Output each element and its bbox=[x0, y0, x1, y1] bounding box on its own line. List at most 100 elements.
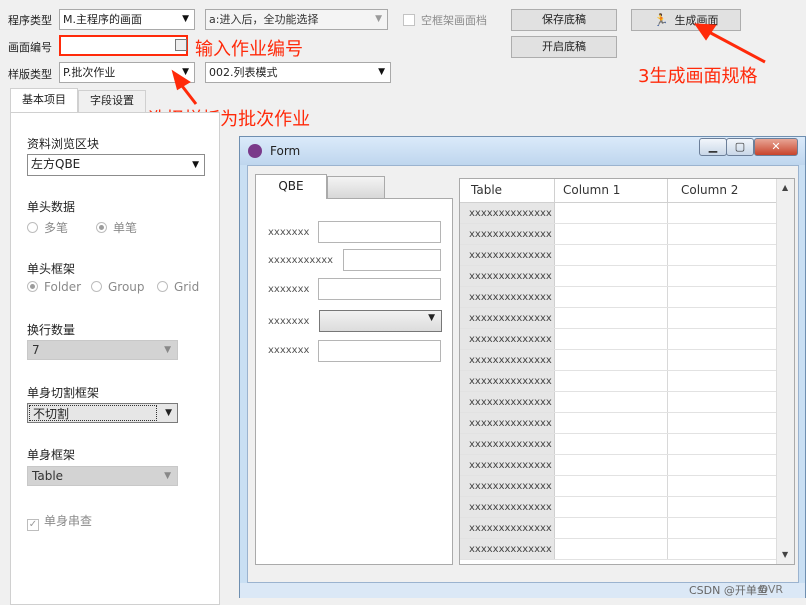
table-row[interactable]: xxxxxxxxxxxxxx bbox=[460, 203, 776, 224]
table-row[interactable]: xxxxxxxxxxxxxx bbox=[460, 413, 776, 434]
table-cell[interactable]: xxxxxxxxxxxxxx bbox=[460, 329, 555, 349]
table-cell[interactable] bbox=[669, 392, 776, 412]
table-cell[interactable] bbox=[556, 434, 668, 454]
table-cell[interactable] bbox=[556, 287, 668, 307]
form-titlebar[interactable]: Form ▁ ▢ ✕ bbox=[240, 137, 805, 165]
table-row[interactable]: xxxxxxxxxxxxxx bbox=[460, 329, 776, 350]
table-row[interactable]: xxxxxxxxxxxxxx bbox=[460, 371, 776, 392]
table-cell[interactable]: xxxxxxxxxxxxxx bbox=[460, 392, 555, 412]
table-cell[interactable] bbox=[669, 371, 776, 391]
line-count-select[interactable]: 7 ▼ bbox=[27, 340, 178, 360]
table-cell[interactable]: xxxxxxxxxxxxxx bbox=[460, 518, 555, 538]
table-row[interactable]: xxxxxxxxxxxxxx bbox=[460, 392, 776, 413]
radio-frame-group[interactable]: Group bbox=[91, 280, 145, 294]
tab-second[interactable] bbox=[327, 176, 385, 198]
minimize-button[interactable]: ▁ bbox=[699, 138, 727, 156]
radio-header-single[interactable]: 单笔 bbox=[96, 219, 137, 236]
qbe-field-input[interactable] bbox=[318, 221, 441, 243]
table-cell[interactable] bbox=[556, 371, 668, 391]
table-header-cell[interactable]: Column 1 bbox=[556, 179, 668, 202]
table-cell[interactable]: xxxxxxxxxxxxxx bbox=[460, 203, 555, 223]
table-cell[interactable] bbox=[669, 203, 776, 223]
radio-circle[interactable] bbox=[27, 222, 38, 233]
table-cell[interactable] bbox=[669, 308, 776, 328]
qbe-field-select[interactable]: ▼ bbox=[319, 310, 442, 332]
browse-block-select[interactable]: 左方QBE ▼ bbox=[27, 154, 205, 176]
table-cell[interactable] bbox=[556, 308, 668, 328]
table-cell[interactable] bbox=[556, 266, 668, 286]
table-cell[interactable] bbox=[556, 497, 668, 517]
table-cell[interactable] bbox=[556, 245, 668, 265]
table-cell[interactable]: xxxxxxxxxxxxxx bbox=[460, 497, 555, 517]
check-icon[interactable]: ✓ bbox=[27, 519, 39, 531]
table-header-cell[interactable]: Table bbox=[460, 179, 555, 202]
tab-basic[interactable]: 基本项目 bbox=[10, 88, 78, 113]
table-cell[interactable] bbox=[669, 350, 776, 370]
radio-frame-grid[interactable]: Grid bbox=[157, 280, 199, 294]
radio-frame-folder[interactable]: Folder bbox=[27, 280, 81, 294]
table-cell[interactable] bbox=[556, 413, 668, 433]
table-row[interactable]: xxxxxxxxxxxxxx bbox=[460, 434, 776, 455]
tab-qbe[interactable]: QBE bbox=[255, 174, 327, 199]
table-row[interactable]: xxxxxxxxxxxxxx bbox=[460, 350, 776, 371]
table-cell[interactable] bbox=[669, 518, 776, 538]
qbe-field-input[interactable] bbox=[318, 278, 441, 300]
table-cell[interactable] bbox=[556, 476, 668, 496]
table-cell[interactable]: xxxxxxxxxxxxxx bbox=[460, 371, 555, 391]
table-cell[interactable] bbox=[669, 287, 776, 307]
table-cell[interactable] bbox=[556, 539, 668, 559]
table-cell[interactable]: xxxxxxxxxxxxxx bbox=[460, 287, 555, 307]
table-row[interactable]: xxxxxxxxxxxxxx bbox=[460, 539, 776, 560]
table-header-cell[interactable]: Column 2 bbox=[669, 179, 776, 202]
table-cell[interactable] bbox=[669, 329, 776, 349]
table-cell[interactable]: xxxxxxxxxxxxxx bbox=[460, 476, 555, 496]
radio-circle[interactable] bbox=[96, 222, 107, 233]
scroll-down-icon[interactable]: ▼ bbox=[782, 550, 788, 559]
table-cell[interactable] bbox=[669, 476, 776, 496]
table-cell[interactable]: xxxxxxxxxxxxxx bbox=[460, 455, 555, 475]
table-row[interactable]: xxxxxxxxxxxxxx bbox=[460, 497, 776, 518]
table-row[interactable]: xxxxxxxxxxxxxx bbox=[460, 476, 776, 497]
table-cell[interactable] bbox=[669, 224, 776, 244]
table-cell[interactable] bbox=[556, 392, 668, 412]
table-cell[interactable] bbox=[669, 455, 776, 475]
radio-circle[interactable] bbox=[91, 281, 102, 292]
table-cell[interactable] bbox=[669, 266, 776, 286]
table-row[interactable]: xxxxxxxxxxxxxx bbox=[460, 308, 776, 329]
table-row[interactable]: xxxxxxxxxxxxxx bbox=[460, 266, 776, 287]
table-cell[interactable] bbox=[669, 245, 776, 265]
tab-fields[interactable]: 字段设置 bbox=[78, 90, 146, 112]
table-cell[interactable] bbox=[556, 203, 668, 223]
table-cell[interactable]: xxxxxxxxxxxxxx bbox=[460, 434, 555, 454]
table-row[interactable]: xxxxxxxxxxxxxx bbox=[460, 518, 776, 539]
maximize-button[interactable]: ▢ bbox=[726, 138, 754, 156]
table-cell[interactable] bbox=[556, 329, 668, 349]
table-scrollbar[interactable]: ▲ ▼ bbox=[776, 179, 794, 564]
qbe-field-input[interactable] bbox=[318, 340, 441, 362]
table-cell[interactable] bbox=[669, 497, 776, 517]
table-cell[interactable]: xxxxxxxxxxxxxx bbox=[460, 539, 555, 559]
table-cell[interactable]: xxxxxxxxxxxxxx bbox=[460, 350, 555, 370]
body-query-checkbox[interactable]: ✓ 单身串查 bbox=[27, 512, 92, 531]
table-row[interactable]: xxxxxxxxxxxxxx bbox=[460, 287, 776, 308]
table-row[interactable]: xxxxxxxxxxxxxx bbox=[460, 245, 776, 266]
table-cell[interactable]: xxxxxxxxxxxxxx bbox=[460, 245, 555, 265]
table-row[interactable]: xxxxxxxxxxxxxx bbox=[460, 455, 776, 476]
table-cell[interactable] bbox=[669, 413, 776, 433]
radio-circle[interactable] bbox=[157, 281, 168, 292]
radio-circle[interactable] bbox=[27, 281, 38, 292]
table-cell[interactable]: xxxxxxxxxxxxxx bbox=[460, 224, 555, 244]
radio-header-multi[interactable]: 多笔 bbox=[27, 219, 68, 236]
table-cell[interactable] bbox=[556, 455, 668, 475]
close-button[interactable]: ✕ bbox=[754, 138, 798, 156]
body-split-select[interactable]: 不切割 ▼ bbox=[27, 403, 178, 423]
body-frame-select[interactable]: Table ▼ bbox=[27, 466, 178, 486]
table-cell[interactable] bbox=[669, 539, 776, 559]
qbe-field-input[interactable] bbox=[343, 249, 441, 271]
table-cell[interactable] bbox=[669, 434, 776, 454]
table-cell[interactable] bbox=[556, 224, 668, 244]
table-cell[interactable] bbox=[556, 350, 668, 370]
table-cell[interactable]: xxxxxxxxxxxxxx bbox=[460, 266, 555, 286]
table-cell[interactable]: xxxxxxxxxxxxxx bbox=[460, 308, 555, 328]
table-cell[interactable]: xxxxxxxxxxxxxx bbox=[460, 413, 555, 433]
